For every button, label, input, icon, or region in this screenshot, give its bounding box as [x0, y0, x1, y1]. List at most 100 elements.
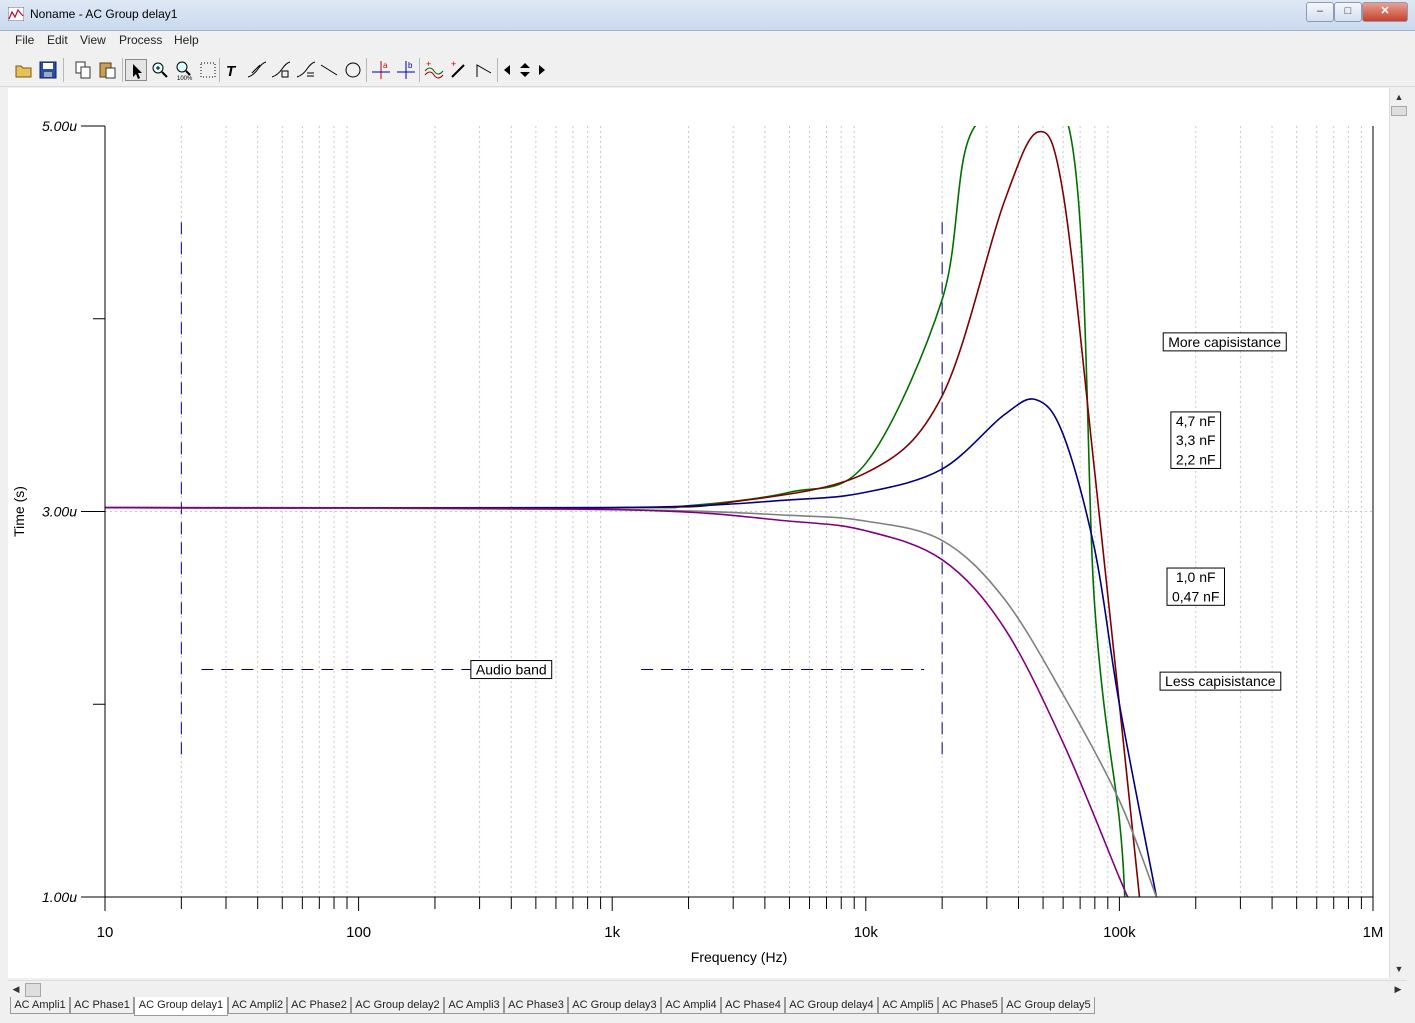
x-tick-label: 10 — [97, 924, 114, 941]
series-line-2 — [105, 130, 1141, 897]
open-folder-icon[interactable] — [13, 59, 35, 81]
y-axis-label: Time (s) — [11, 486, 27, 537]
tab-ac-phase2[interactable]: AC Phase2 — [287, 997, 351, 1014]
x-axis-label: Frequency (Hz) — [691, 949, 787, 965]
tab-ac-ampli2[interactable]: AC Ampli2 — [228, 997, 287, 1014]
svg-text:b: b — [408, 61, 413, 70]
cursor-a-icon[interactable]: a — [370, 59, 392, 81]
scroll-up-icon[interactable]: ▲ — [1391, 89, 1407, 105]
paste-icon[interactable] — [97, 59, 119, 81]
audio-band-markers — [180, 222, 943, 763]
tab-ac-phase4[interactable]: AC Phase4 — [721, 997, 785, 1014]
toolbar-separator — [63, 58, 64, 82]
annotation-text: Less capisistance — [1165, 673, 1276, 689]
tab-ac-ampli4[interactable]: AC Ampli4 — [661, 997, 721, 1014]
annotation-text: 0,47 nF — [1172, 588, 1219, 604]
menu-file[interactable]: File — [15, 33, 34, 47]
scroll-down-icon[interactable]: ▼ — [1391, 961, 1407, 977]
polyline-icon[interactable] — [473, 59, 495, 81]
tab-ac-group-delay4[interactable]: AC Group delay4 — [785, 997, 878, 1014]
toolbar-separator — [497, 58, 498, 82]
horizontal-scroll-thumb[interactable] — [25, 983, 41, 997]
annotation-low-values: 1,0 nF 0,47 nF — [1166, 567, 1225, 606]
curve-label-3-icon[interactable] — [295, 59, 317, 81]
annotation-text: Audio band — [476, 662, 547, 678]
arrow-up-down-icon[interactable] — [515, 59, 535, 81]
curve-label-icon[interactable] — [246, 59, 268, 81]
menu-help[interactable]: Help — [174, 33, 199, 47]
svg-text:+: + — [451, 59, 456, 69]
maximize-button[interactable]: □ — [1334, 2, 1362, 22]
chart-tick-labels: 10 100 1k 10k 100k 1M 5.00u 3.00u 1.00u — [42, 118, 1383, 941]
annotation-less-capacitance: Less capisistance — [1159, 671, 1282, 691]
pointer-icon[interactable] — [125, 59, 147, 81]
svg-text:100%: 100% — [177, 76, 193, 81]
y-tick-label: 1.00u — [42, 889, 77, 905]
series-line-5 — [105, 506, 1129, 897]
tab-ac-ampli5[interactable]: AC Ampli5 — [878, 997, 938, 1014]
toolbar: 100% T a b + + — [0, 52, 1415, 87]
close-button[interactable]: ✕ — [1362, 2, 1408, 22]
select-area-icon[interactable] — [197, 59, 219, 81]
menu-edit[interactable]: Edit — [47, 33, 68, 47]
scroll-right-icon[interactable]: ▶ — [1390, 981, 1406, 997]
save-icon[interactable] — [37, 59, 59, 81]
chart-canvas[interactable]: 10 100 1k 10k 100k 1M 5.00u 3.00u 1.00u Audio ba… — [8, 88, 1389, 978]
chart-series — [105, 126, 1158, 897]
chart-grid — [104, 126, 1374, 911]
vertical-scrollbar[interactable]: ▲ ▼ — [1389, 88, 1408, 978]
arrow-left-icon[interactable] — [501, 59, 513, 81]
toolbar-separator — [122, 58, 123, 82]
window-title: Noname - AC Group delay1 — [30, 7, 178, 21]
chart-annotations: Audio band More capisistance 4,7 nF 3,3 nF 2… — [470, 332, 1287, 691]
curve-tools-icon[interactable]: + — [423, 59, 445, 81]
circle-icon[interactable] — [342, 59, 364, 81]
cursor-b-icon[interactable]: b — [395, 59, 417, 81]
tab-ac-group-delay2[interactable]: AC Group delay2 — [351, 997, 444, 1014]
tab-ac-group-delay5[interactable]: AC Group delay5 — [1002, 997, 1095, 1014]
tab-ac-ampli3[interactable]: AC Ampli3 — [444, 997, 504, 1014]
scroll-left-icon[interactable]: ◀ — [8, 981, 24, 997]
svg-text:T: T — [226, 63, 237, 80]
menu-bar: File Edit View Process Help — [0, 31, 1415, 51]
toolbar-separator — [366, 58, 367, 82]
series-line-3 — [105, 398, 1158, 897]
title-bar: Noname - AC Group delay1 – □ ✕ — [0, 0, 1415, 31]
annotation-audio-band: Audio band — [470, 660, 553, 680]
minimize-button[interactable]: – — [1306, 2, 1334, 22]
y-tick-label: 3.00u — [42, 504, 77, 520]
annotation-text: 1,0 nF — [1176, 569, 1216, 585]
menu-process[interactable]: Process — [119, 33, 162, 47]
text-icon[interactable]: T — [222, 59, 244, 81]
y-tick-label: 5.00u — [42, 118, 77, 134]
arrow-right-icon[interactable] — [536, 59, 548, 81]
zoom-in-icon[interactable] — [149, 59, 171, 81]
toolbar-separator — [419, 58, 420, 82]
vertical-scroll-thumb[interactable] — [1391, 106, 1407, 116]
x-tick-label: 100 — [346, 924, 371, 941]
x-tick-label: 1M — [1363, 924, 1384, 941]
copy-icon[interactable] — [72, 59, 94, 81]
tab-ac-phase1[interactable]: AC Phase1 — [70, 997, 134, 1014]
tab-ac-phase5[interactable]: AC Phase5 — [938, 997, 1002, 1014]
tab-ac-group-delay3[interactable]: AC Group delay3 — [568, 997, 661, 1014]
sheet-tabs: AC Ampli1 AC Phase1 AC Group delay1 AC A… — [0, 997, 1415, 1023]
curve-label-2-icon[interactable] — [270, 59, 292, 81]
svg-text:+: + — [426, 59, 431, 69]
line-icon[interactable] — [318, 59, 340, 81]
tab-ac-phase3[interactable]: AC Phase3 — [504, 997, 568, 1014]
tab-ac-group-delay1[interactable]: AC Group delay1 — [134, 997, 228, 1016]
horizontal-scrollbar[interactable]: ◀ ▶ — [8, 980, 1407, 998]
annotation-text: 3,3 nF — [1176, 432, 1216, 448]
annotation-text: More capisistance — [1168, 334, 1281, 350]
annotation-more-capacitance: More capisistance — [1162, 332, 1287, 352]
zoom-100-icon[interactable]: 100% — [173, 59, 195, 82]
svg-text:a: a — [383, 61, 388, 70]
group-delay-chart: 10 100 1k 10k 100k 1M 5.00u 3.00u 1.00u Audio ba… — [11, 118, 1383, 965]
menu-view[interactable]: View — [80, 33, 106, 47]
tab-ac-ampli1[interactable]: AC Ampli1 — [10, 997, 70, 1014]
pen-icon[interactable]: + — [448, 59, 470, 81]
series-line-4 — [105, 506, 1158, 897]
x-tick-label: 100k — [1103, 924, 1136, 941]
x-tick-label: 10k — [854, 924, 879, 941]
